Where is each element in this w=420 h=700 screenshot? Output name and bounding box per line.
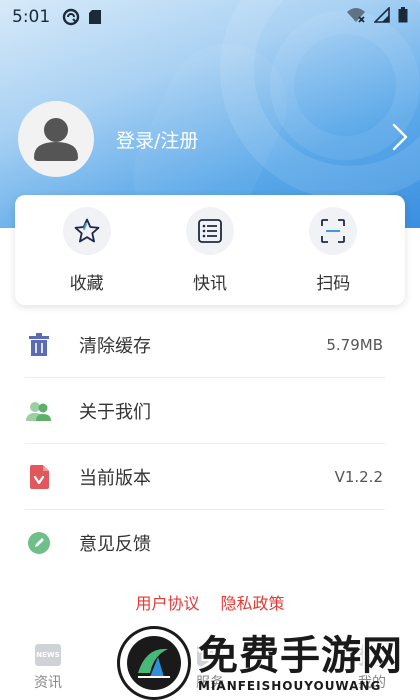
quick-actions-card: 收藏 快讯 扫码 [15,195,405,305]
menu-label: 当前版本 [79,467,151,489]
sd-card-icon [88,9,102,25]
cache-size-value: 5.79MB [326,335,383,354]
service-icon [197,644,223,666]
flash-news-label: 快讯 [192,273,227,294]
user-agreement-link[interactable]: 用户协议 [135,594,199,613]
profile-login-row[interactable]: 登录/注册 [18,100,408,178]
menu-item-clear-cache[interactable]: 清除缓存 5.79MB [25,312,385,378]
avatar[interactable] [18,101,94,177]
status-bar: 5:01 [0,0,420,34]
settings-menu: 清除缓存 5.79MB 关于我们 当前版本 V1.2.2 意见反馈 [25,312,385,576]
status-time: 5:01 [12,7,51,27]
bottom-navigation: NEWS 资讯 服务 我的 [0,632,420,700]
login-register-link[interactable]: 登录/注册 [116,126,198,153]
version-file-icon [25,464,53,489]
scan-label: 扫码 [316,273,351,294]
scan-icon [309,206,358,255]
nav-tab-service[interactable]: 服务 [180,632,240,700]
nav-label: 资讯 [34,675,62,691]
favorites-label: 收藏 [69,273,104,294]
favorites-button[interactable]: 收藏 [37,206,137,294]
star-icon [62,206,111,255]
privacy-policy-link[interactable]: 隐私政策 [221,594,285,613]
nav-tab-mine[interactable]: 我的 [342,632,402,700]
menu-label: 意见反馈 [79,534,151,555]
edit-icon [25,531,53,555]
menu-label: 关于我们 [79,401,151,423]
nav-tab-news[interactable]: NEWS 资讯 [18,632,78,700]
nav-label: 我的 [358,675,386,691]
version-value: V1.2.2 [334,467,383,486]
menu-item-feedback[interactable]: 意见反馈 [25,510,385,576]
menu-item-current-version[interactable]: 当前版本 V1.2.2 [25,444,385,510]
battery-icon [398,7,408,27]
mine-icon [359,644,385,666]
signal-icon [373,6,390,27]
news-icon: NEWS [35,644,61,666]
list-icon [185,206,234,255]
nav-label: 服务 [196,675,224,691]
people-icon [25,400,53,422]
chevron-right-icon[interactable] [392,123,408,155]
trash-icon [25,332,53,357]
legal-links: 用户协议 隐私政策 [0,590,420,614]
menu-label: 清除缓存 [79,335,151,357]
app-notification-icon [62,8,80,26]
flash-news-button[interactable]: 快讯 [160,206,260,294]
menu-item-about-us[interactable]: 关于我们 [25,378,385,444]
wifi-off-icon [346,7,366,27]
scan-button[interactable]: 扫码 [283,206,383,294]
